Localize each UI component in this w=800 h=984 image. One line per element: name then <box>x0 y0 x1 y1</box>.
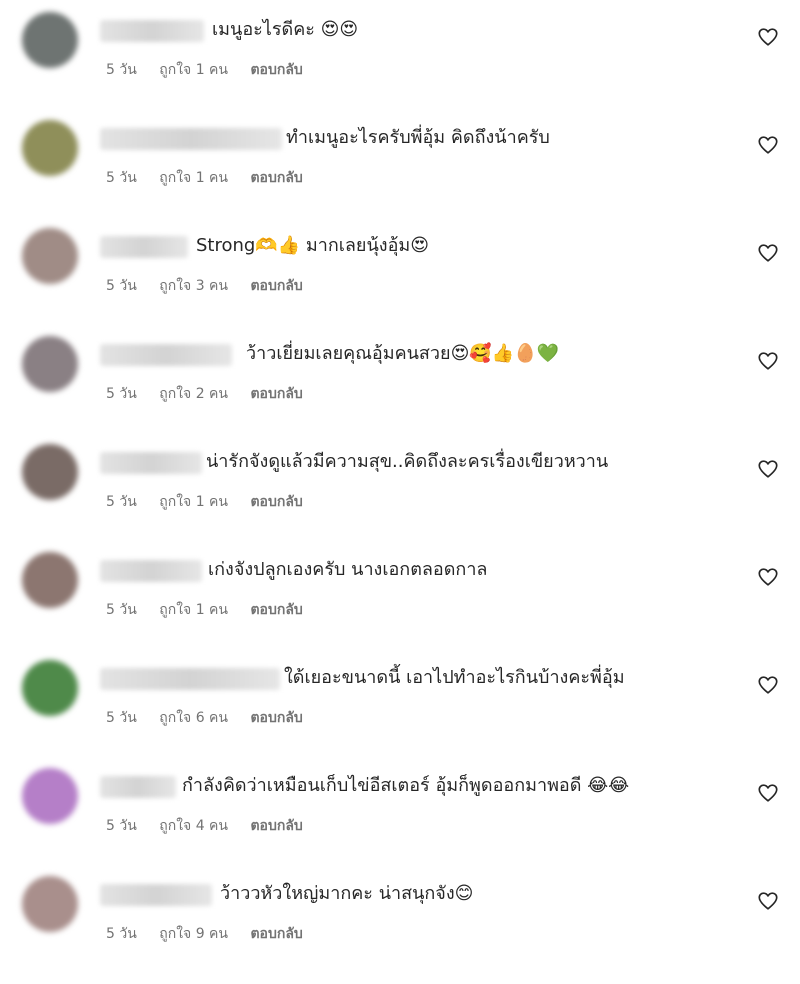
comment-text: กำลังคิดว่าเหมือนเก็บไข่อีสเตอร์ อุ้มก็พ… <box>182 775 630 796</box>
comment-time[interactable]: 5 วัน <box>106 170 137 186</box>
reply-button[interactable]: ตอบกลับ <box>250 926 302 942</box>
avatar[interactable] <box>22 660 78 716</box>
comment-time[interactable]: 5 วัน <box>106 494 137 510</box>
comment-likes[interactable]: ถูกใจ 4 คน <box>159 818 228 834</box>
comment-likes[interactable]: ถูกใจ 1 คน <box>159 494 228 510</box>
heart-icon[interactable] <box>757 350 779 372</box>
username-blurred[interactable] <box>100 236 188 258</box>
avatar[interactable] <box>22 120 78 176</box>
comment-time[interactable]: 5 วัน <box>106 710 137 726</box>
comment-likes[interactable]: ถูกใจ 2 คน <box>159 386 228 402</box>
heart-icon[interactable] <box>757 458 779 480</box>
comment-likes[interactable]: ถูกใจ 6 คน <box>159 710 228 726</box>
comment-meta: 5 วัน ถูกใจ 1 คน ตอบกลับ <box>106 492 321 512</box>
username-blurred[interactable] <box>100 560 202 582</box>
comment-item: ว้าววหัวใหญ่มากคะ น่าสนุกจัง😊 5 วัน ถูกใ… <box>0 876 800 984</box>
avatar[interactable] <box>22 768 78 824</box>
heart-icon[interactable] <box>757 242 779 264</box>
reply-button[interactable]: ตอบกลับ <box>250 62 302 78</box>
avatar[interactable] <box>22 336 78 392</box>
comment-meta: 5 วัน ถูกใจ 1 คน ตอบกลับ <box>106 168 321 188</box>
heart-icon[interactable] <box>757 674 779 696</box>
comment-item: เก่งจังปลูกเองครับ นางเอกตลอดกาล 5 วัน ถ… <box>0 552 800 660</box>
comment-text: เก่งจังปลูกเองครับ นางเอกตลอดกาล <box>208 559 488 580</box>
comment-item: เมนูอะไรดีคะ 😍😍 5 วัน ถูกใจ 1 คน ตอบกลับ <box>0 12 800 120</box>
comment-time[interactable]: 5 วัน <box>106 602 137 618</box>
comment-text: ว้าวเยี่ยมเลยคุณอุ้มคนสวย😍🥰👍🥚💚 <box>246 343 559 364</box>
reply-button[interactable]: ตอบกลับ <box>250 386 302 402</box>
comment-item: ว้าวเยี่ยมเลยคุณอุ้มคนสวย😍🥰👍🥚💚 5 วัน ถูก… <box>0 336 800 444</box>
comment-time[interactable]: 5 วัน <box>106 278 137 294</box>
comment-likes[interactable]: ถูกใจ 1 คน <box>159 602 228 618</box>
comment-text: ใด้เยอะขนาดนี้ เอาไปทำอะไรกินบ้างคะพี่อุ… <box>284 667 625 688</box>
avatar[interactable] <box>22 552 78 608</box>
comment-item: กำลังคิดว่าเหมือนเก็บไข่อีสเตอร์ อุ้มก็พ… <box>0 768 800 876</box>
heart-icon[interactable] <box>757 134 779 156</box>
comment-meta: 5 วัน ถูกใจ 3 คน ตอบกลับ <box>106 276 321 296</box>
comment-time[interactable]: 5 วัน <box>106 62 137 78</box>
reply-button[interactable]: ตอบกลับ <box>250 710 302 726</box>
username-blurred[interactable] <box>100 20 204 42</box>
comment-text: Strong🫶👍 มากเลยนุ้งอุ้ม😍 <box>196 235 430 256</box>
username-blurred[interactable] <box>100 776 176 798</box>
comment-likes[interactable]: ถูกใจ 1 คน <box>159 170 228 186</box>
comment-text: น่ารักจังดูแล้วมีความสุข..คิดถึงละครเรื่… <box>206 451 609 472</box>
comment-item: ใด้เยอะขนาดนี้ เอาไปทำอะไรกินบ้างคะพี่อุ… <box>0 660 800 768</box>
reply-button[interactable]: ตอบกลับ <box>250 170 302 186</box>
username-blurred[interactable] <box>100 452 202 474</box>
comment-text: ทำเมนูอะไรครับพี่อุ้ม คิดถึงน้าครับ <box>286 127 550 148</box>
comment-time[interactable]: 5 วัน <box>106 386 137 402</box>
username-blurred[interactable] <box>100 128 282 150</box>
avatar[interactable] <box>22 12 78 68</box>
reply-button[interactable]: ตอบกลับ <box>250 818 302 834</box>
comment-time[interactable]: 5 วัน <box>106 926 137 942</box>
username-blurred[interactable] <box>100 884 212 906</box>
comment-meta: 5 วัน ถูกใจ 4 คน ตอบกลับ <box>106 816 321 836</box>
comment-likes[interactable]: ถูกใจ 9 คน <box>159 926 228 942</box>
avatar[interactable] <box>22 876 78 932</box>
avatar[interactable] <box>22 228 78 284</box>
comment-item: ทำเมนูอะไรครับพี่อุ้ม คิดถึงน้าครับ 5 วั… <box>0 120 800 228</box>
heart-icon[interactable] <box>757 566 779 588</box>
heart-icon[interactable] <box>757 26 779 48</box>
reply-button[interactable]: ตอบกลับ <box>250 278 302 294</box>
comment-meta: 5 วัน ถูกใจ 9 คน ตอบกลับ <box>106 924 321 944</box>
comment-meta: 5 วัน ถูกใจ 1 คน ตอบกลับ <box>106 60 321 80</box>
comment-likes[interactable]: ถูกใจ 3 คน <box>159 278 228 294</box>
heart-icon[interactable] <box>757 782 779 804</box>
comment-item: น่ารักจังดูแล้วมีความสุข..คิดถึงละครเรื่… <box>0 444 800 552</box>
comment-meta: 5 วัน ถูกใจ 6 คน ตอบกลับ <box>106 708 321 728</box>
comment-time[interactable]: 5 วัน <box>106 818 137 834</box>
heart-icon[interactable] <box>757 890 779 912</box>
reply-button[interactable]: ตอบกลับ <box>250 494 302 510</box>
username-blurred[interactable] <box>100 668 280 690</box>
username-blurred[interactable] <box>100 344 232 366</box>
reply-button[interactable]: ตอบกลับ <box>250 602 302 618</box>
comment-likes[interactable]: ถูกใจ 1 คน <box>159 62 228 78</box>
avatar[interactable] <box>22 444 78 500</box>
comment-text: เมนูอะไรดีคะ 😍😍 <box>212 19 359 40</box>
comment-text: ว้าววหัวใหญ่มากคะ น่าสนุกจัง😊 <box>220 883 474 904</box>
comment-item: Strong🫶👍 มากเลยนุ้งอุ้ม😍 5 วัน ถูกใจ 3 ค… <box>0 228 800 336</box>
comment-meta: 5 วัน ถูกใจ 1 คน ตอบกลับ <box>106 600 321 620</box>
comment-meta: 5 วัน ถูกใจ 2 คน ตอบกลับ <box>106 384 321 404</box>
